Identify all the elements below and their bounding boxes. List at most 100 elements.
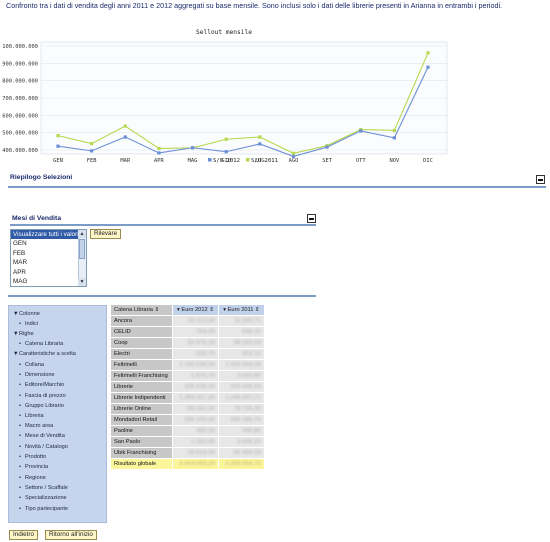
listbox-option[interactable]: APR [11,268,79,278]
table-row: Ubik Franchising 15.619,26 65.465,53 [110,447,265,459]
nav-item[interactable]: • Indici [19,321,38,328]
data-point [56,144,60,148]
cell-value: 263.438,59 [230,384,261,390]
nav-item[interactable]: • Novità / Catalogo [19,444,68,451]
col-header-euro-2012[interactable]: ▾ Euro 2012 ⇕ [172,304,219,316]
nav-item-label: Tipo partecipante [25,506,69,512]
nav-item[interactable]: • Provincia [19,464,48,471]
back-button[interactable]: Indietro [9,530,39,540]
nav-item[interactable]: • Catena Libraria [19,341,63,348]
row-label[interactable]: Risultato globale [110,458,173,470]
nav-item[interactable]: • Regione [19,475,46,482]
cell-v2012: 80.352,26 [172,403,219,415]
cell-value: 79.755,30 [233,406,261,412]
row-label[interactable]: Librerie Indipendenti [110,392,173,404]
y-tick-label: 900.000.000 [2,61,38,67]
row-label[interactable]: Feltrinelli Franchising [110,370,173,382]
table-row: Mondadori Retail 295.163,42 285.185,76 [110,414,265,426]
nav-item[interactable]: • Mese di Vendita [19,433,65,440]
nav-item-label: Settore / Scaffale [25,485,68,491]
data-point [224,150,228,154]
cell-value: 1.742.030,09 [179,362,215,368]
nav-group[interactable]: ▼Colonne [13,311,40,318]
nav-group[interactable]: ▼Caratteristiche a scelta [13,351,76,358]
cell-value: 98.283,69 [233,340,261,346]
listbox-option[interactable]: MAR [11,258,79,268]
row-label[interactable]: Ubik Franchising [110,447,173,459]
row-label[interactable]: San Paolo [110,436,173,448]
nav-item-label: Indici [25,321,39,327]
x-tick-label: MAR [120,158,130,164]
nav-item[interactable]: • Libreria [19,413,44,420]
chart-legend: S/O 2012 S/O 2011 [208,158,278,164]
listbox-show-all[interactable]: Visualizzare tutti i valori [11,230,79,239]
cell-v2012: 91.975,18 [172,337,219,349]
mesi-collapse-icon[interactable] [307,214,316,223]
cell-v2012: 2.879,79 [172,370,219,382]
cell-v2011: 79.755,30 [218,403,265,415]
nav-item-label: Prodotto [25,454,47,460]
riepilogo-collapse-icon[interactable] [536,175,545,184]
data-point [258,142,262,146]
riepilogo-title: Riepilogo Selezioni [10,174,73,181]
scroll-thumb[interactable] [79,239,85,259]
row-label[interactable]: Ancora [110,315,173,327]
row-label[interactable]: Mondadori Retail [110,414,173,426]
row-label[interactable]: Paoline [110,425,173,437]
cell-value: 1.925.659,29 [225,362,261,368]
x-tick-label: FEB [87,158,97,164]
x-tick-label: DIC [423,158,433,164]
col-header-euro-2011[interactable]: ▾ Euro 2011 ⇕ [218,304,265,316]
nav-item[interactable]: • Collana [19,362,44,369]
row-label[interactable]: Feltrinelli [110,359,173,371]
cell-value: 518,75 [196,351,215,357]
listbox-option[interactable]: MAG [11,277,79,286]
scroll-down-icon[interactable]: ▼ [78,278,86,286]
nav-item[interactable]: • Macro area [19,423,53,430]
listbox-scrollbar[interactable]: ▲ ▼ [78,230,86,286]
rilevare-button[interactable]: Rilevare [90,229,122,239]
nav-item[interactable]: • Editore/Marchio [19,382,64,389]
nav-group[interactable]: ▼Righe [13,331,34,338]
nav-item[interactable]: • Specializzazione [19,495,67,502]
y-axis: 100.000.000 900.000.000 800.000.000 700.000… [2,44,38,154]
listbox-option[interactable]: FEB [11,249,79,259]
home-button[interactable]: Ritorno all'inizio [45,530,97,540]
month-listbox[interactable]: Visualizzare tutti i valori GEN FEB MAR … [10,229,87,287]
cell-v2012: 1.389.327,20 [172,392,219,404]
cell-v2011: 3.436,20 [218,436,265,448]
x-tick-label: AGO [289,158,299,164]
nav-item[interactable]: • Dimensione [19,372,55,379]
cell-value: 1.389.327,20 [179,395,215,401]
data-point [325,145,329,149]
y-tick-label: 400.000.000 [2,148,38,154]
row-label[interactable]: CELID [110,326,173,338]
row-label[interactable]: Librerie Online [110,403,173,415]
col-header-catena[interactable]: Catena Libraria ⇕ [110,304,173,316]
nav-item-label: Dimensione [25,372,55,378]
y-tick-label: 500.000.000 [2,131,38,137]
data-point [123,124,127,128]
data-point [426,65,430,69]
row-label[interactable]: Coop [110,337,173,349]
cell-v2011: 3.255.054,72 [218,458,265,470]
cell-value: 91.975,18 [187,340,215,346]
table-row: Electri 518,75 423,10 [110,348,265,360]
listbox-option[interactable]: GEN [11,239,79,249]
nav-item[interactable]: • Settore / Scaffale [19,485,68,492]
navigation-panel: ▼Colonne • Indici ▼Righe • Catena Libraria ▼Ca… [8,305,107,523]
legend-swatch [246,158,250,162]
cell-v2012: 15.619,26 [172,447,219,459]
nav-item[interactable]: • Fascia di prezzo [19,393,66,400]
scroll-up-icon[interactable]: ▲ [78,230,86,238]
row-label[interactable]: Electri [110,348,173,360]
nav-item[interactable]: • Tipo partecipante [19,506,68,513]
cell-v2011: 11.320,71 [218,315,265,327]
cell-v2011: 345,80 [218,425,265,437]
row-label[interactable]: Librerie [110,381,173,393]
nav-item[interactable]: • Prodotto [19,454,46,461]
nav-item[interactable]: • Gruppo Librario [19,403,64,410]
x-tick-label: OTT [356,158,366,164]
nav-item-label: Righe [19,331,34,337]
cell-value: 16.213,30 [187,318,215,324]
